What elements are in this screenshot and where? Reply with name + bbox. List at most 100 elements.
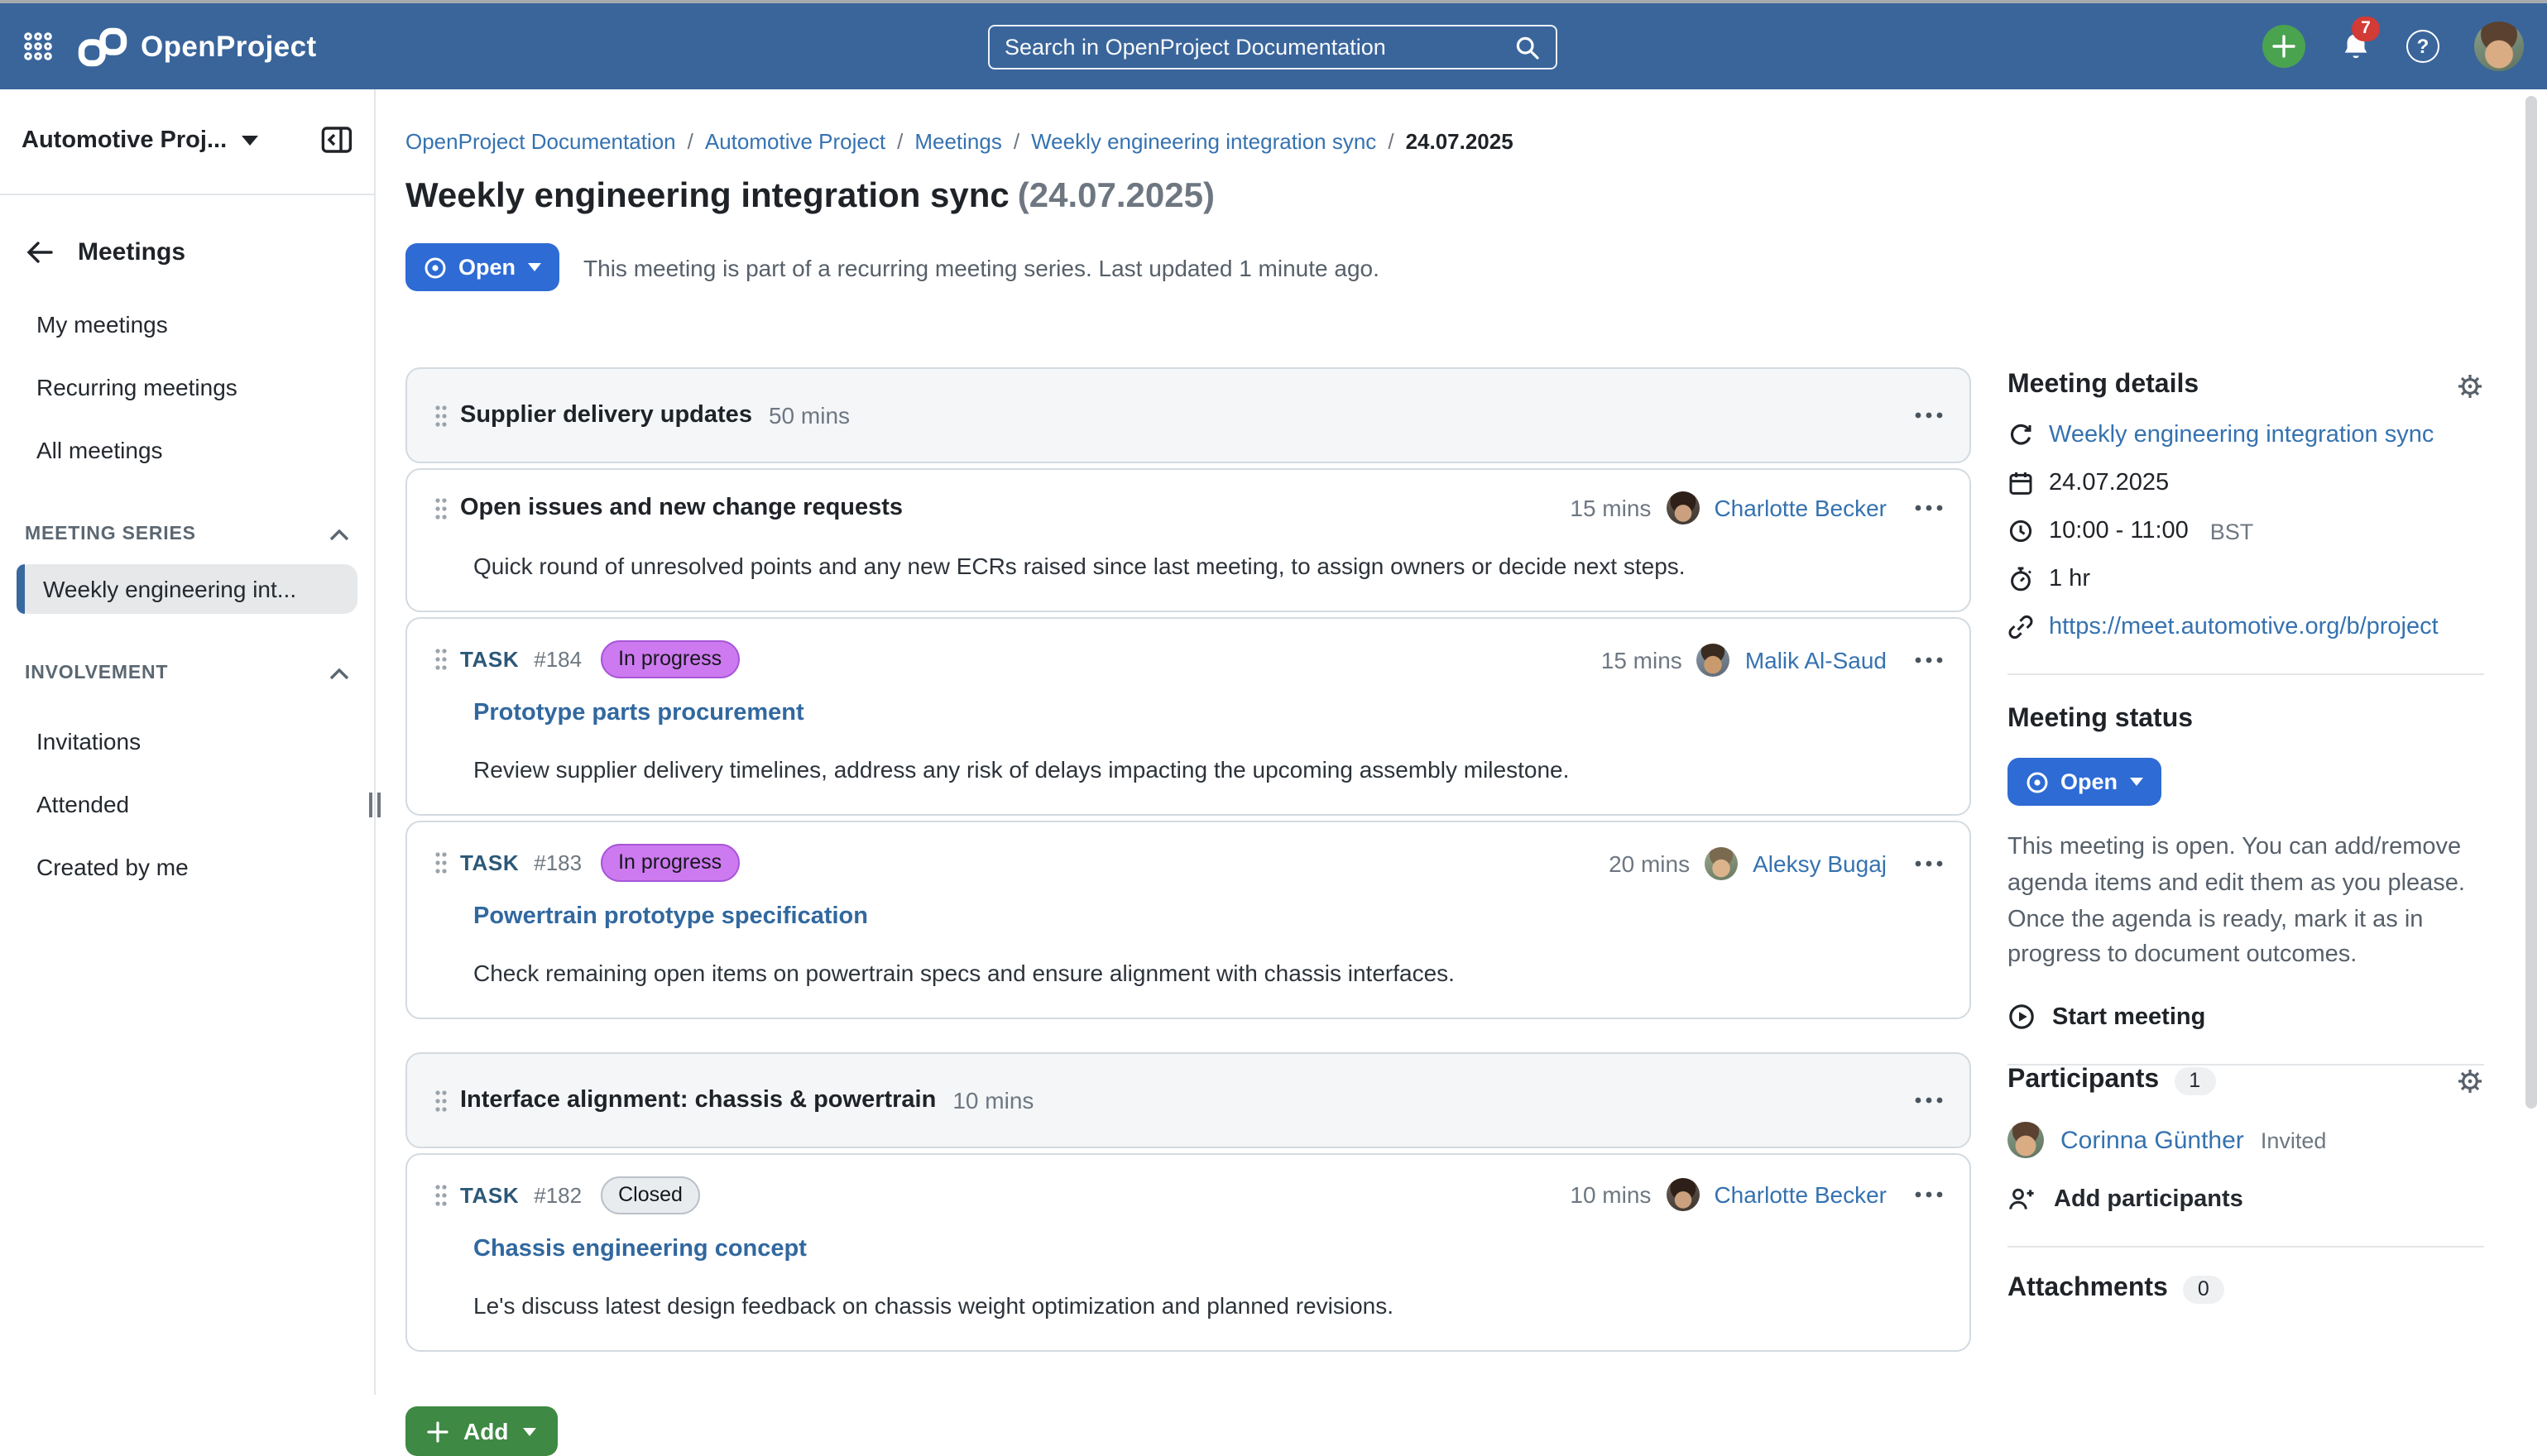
breadcrumb-separator: /: [1388, 129, 1393, 154]
add-participants-button[interactable]: Add participants: [2007, 1186, 2484, 1213]
apps-grid-icon[interactable]: [23, 31, 53, 61]
drag-handle-icon[interactable]: [434, 647, 448, 672]
work-package-link[interactable]: Powertrain prototype specification: [473, 903, 868, 930]
app-name: OpenProject: [141, 29, 317, 64]
drag-handle-icon[interactable]: [434, 1183, 448, 1208]
presenter-link[interactable]: Malik Al-Saud: [1745, 646, 1887, 673]
more-menu-button[interactable]: [1915, 860, 1943, 866]
more-menu-button[interactable]: [1915, 1097, 1943, 1104]
top-header-bar: OpenProject 7: [0, 3, 2547, 89]
plus-icon: [2272, 35, 2295, 58]
user-avatar[interactable]: [2474, 22, 2524, 71]
agenda-item: Open issues and new change requests 15 m…: [405, 468, 1971, 613]
search-icon[interactable]: [1514, 34, 1541, 60]
involvement-nav: Invitations Attended Created by me: [0, 716, 374, 892]
breadcrumb-link[interactable]: OpenProject Documentation: [405, 129, 676, 154]
openproject-logo[interactable]: OpenProject: [78, 26, 317, 67]
presenter-link[interactable]: Charlotte Becker: [1714, 1182, 1887, 1209]
work-package-type: TASK: [460, 647, 519, 672]
gear-icon[interactable]: [2456, 371, 2484, 400]
sidebar-item-my-meetings[interactable]: My meetings: [13, 299, 361, 349]
chevron-up-icon[interactable]: [329, 529, 349, 540]
participant-name-link[interactable]: Corinna Günther: [2060, 1126, 2244, 1154]
participant-avatar[interactable]: [2007, 1122, 2044, 1158]
drag-handle-icon[interactable]: [434, 850, 448, 875]
meeting-status-button[interactable]: Open: [405, 243, 559, 291]
collapse-sidebar-button[interactable]: [321, 126, 353, 154]
menu-title: Meetings: [78, 238, 185, 266]
sidebar-item-invitations[interactable]: Invitations: [13, 716, 361, 766]
start-meeting-button[interactable]: Start meeting: [2007, 1003, 2484, 1031]
meeting-details-heading: Meeting details: [2007, 371, 2199, 400]
notifications-button[interactable]: 7: [2340, 31, 2372, 62]
back-arrow-icon[interactable]: [25, 240, 53, 265]
status-badge: Closed: [600, 1176, 701, 1214]
meeting-details-header: Meeting details: [2007, 371, 2484, 400]
more-menu-button[interactable]: [1915, 505, 1943, 511]
work-package-type: TASK: [460, 850, 519, 875]
meeting-duration: 1 hr: [2049, 566, 2090, 592]
project-selector[interactable]: Automotive Proj...: [0, 126, 374, 154]
breadcrumb-separator: /: [897, 129, 903, 154]
breadcrumb-current: 24.07.2025: [1406, 129, 1513, 154]
more-menu-button[interactable]: [1915, 412, 1943, 419]
presenter-link[interactable]: Aleksy Bugaj: [1753, 850, 1887, 876]
sidebar-item-all-meetings[interactable]: All meetings: [13, 425, 361, 475]
global-search[interactable]: [988, 25, 1557, 69]
drag-handle-icon[interactable]: [434, 1088, 448, 1113]
breadcrumb-link[interactable]: Automotive Project: [705, 129, 885, 154]
agenda-item-description: Review supplier delivery timelines, addr…: [473, 753, 1943, 787]
item-duration: 10 mins: [1570, 1182, 1651, 1209]
work-package-type: TASK: [460, 1183, 519, 1208]
chevron-down-icon: [242, 135, 258, 145]
panel-status-button[interactable]: Open: [2007, 758, 2161, 806]
breadcrumb-link[interactable]: Meetings: [914, 129, 1002, 154]
sidebar-item-weekly-engineering-series[interactable]: Weekly engineering int...: [17, 564, 357, 614]
section-duration: 50 mins: [769, 402, 850, 429]
meeting-timezone: BST: [2210, 519, 2254, 544]
work-package-id: #184: [534, 647, 582, 672]
more-menu-button[interactable]: [1915, 1192, 1943, 1199]
global-create-button[interactable]: [2262, 25, 2305, 68]
caret-down-icon: [2129, 778, 2142, 786]
meeting-status-row: Open This meeting is part of a recurring…: [405, 243, 1971, 291]
work-package-id: #182: [534, 1183, 582, 1208]
sidebar-item-created-by-me[interactable]: Created by me: [13, 842, 361, 892]
presenter-avatar[interactable]: [1666, 1179, 1699, 1212]
meeting-series-link[interactable]: Weekly engineering integration sync: [2049, 422, 2434, 448]
meeting-title-text: Weekly engineering integration sync: [405, 177, 1010, 215]
page-scrollbar-thumb[interactable]: [2525, 96, 2537, 1109]
more-menu-button[interactable]: [1915, 656, 1943, 663]
meeting-series-row: Weekly engineering integration sync: [2007, 422, 2484, 448]
sidebar-item-attended[interactable]: Attended: [13, 779, 361, 829]
presenter-avatar[interactable]: [1666, 491, 1699, 524]
breadcrumb-link[interactable]: Weekly engineering integration sync: [1031, 129, 1376, 154]
app-body: Automotive Proj... Meetings: [0, 89, 2547, 1395]
work-package-link[interactable]: Prototype parts procurement: [473, 700, 804, 726]
presenter-avatar[interactable]: [1705, 846, 1738, 879]
left-sidebar: Automotive Proj... Meetings: [0, 89, 376, 1395]
breadcrumb-separator: /: [688, 129, 693, 154]
meeting-duration-row: 1 hr: [2007, 566, 2484, 592]
meeting-series-section-header: MEETING SERIES: [0, 524, 374, 544]
presenter-avatar[interactable]: [1697, 643, 1730, 676]
meeting-date-row: 24.07.2025: [2007, 470, 2484, 496]
drag-handle-icon[interactable]: [434, 496, 448, 520]
drag-handle-icon[interactable]: [434, 403, 448, 428]
item-duration: 20 mins: [1609, 850, 1690, 876]
page-title: Weekly engineering integration sync(24.0…: [405, 177, 1971, 217]
add-agenda-item-button[interactable]: Add: [405, 1406, 558, 1456]
sidebar-item-recurring-meetings[interactable]: Recurring meetings: [13, 362, 361, 412]
attachments-count-badge: 0: [2183, 1275, 2224, 1303]
participants-heading: Participants: [2007, 1066, 2159, 1095]
help-button[interactable]: ?: [2406, 30, 2439, 63]
work-package-id: #183: [534, 850, 582, 875]
gear-icon[interactable]: [2456, 1066, 2484, 1094]
chevron-up-icon[interactable]: [329, 668, 349, 679]
search-input[interactable]: [1005, 35, 1504, 60]
presenter-link[interactable]: Charlotte Becker: [1714, 495, 1887, 521]
item-duration: 15 mins: [1570, 495, 1651, 521]
meeting-url-link[interactable]: https://meet.automotive.org/b/project: [2049, 614, 2439, 640]
attachments-header: Attachments 0: [2007, 1274, 2484, 1304]
work-package-link[interactable]: Chassis engineering concept: [473, 1236, 807, 1262]
